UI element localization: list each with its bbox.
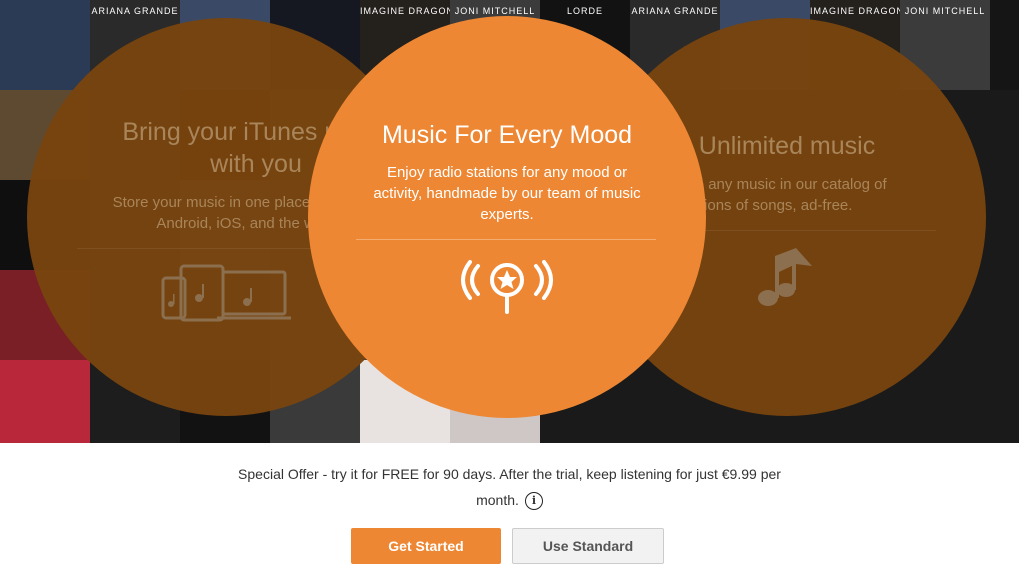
use-standard-button[interactable]: Use Standard bbox=[512, 528, 664, 564]
offer-line: Special Offer - try it for FREE for 90 d… bbox=[238, 466, 781, 482]
album-tile bbox=[0, 0, 90, 90]
album-tile-label: IMAGINE DRAGONS bbox=[810, 6, 900, 16]
album-tile-label: JONI MITCHELL bbox=[454, 6, 536, 16]
album-tile-label: IMAGINE DRAGONS bbox=[360, 6, 450, 16]
offer-line: month. i bbox=[0, 487, 1019, 513]
album-tile-label: ARIANA GRANDE bbox=[91, 6, 179, 16]
album-tile-label: ARIANA GRANDE bbox=[631, 6, 719, 16]
feature-description: Enjoy radio stations for any mood or act… bbox=[328, 162, 686, 225]
special-offer-text: Special Offer - try it for FREE for 90 d… bbox=[0, 461, 1019, 513]
feature-description-line: activity, handmade by our team of music bbox=[373, 185, 641, 202]
music-notes-icon bbox=[758, 248, 812, 306]
get-started-button[interactable]: Get Started bbox=[351, 528, 501, 564]
feature-description-line: Enjoy radio stations for any mood or bbox=[386, 164, 628, 181]
album-tile bbox=[0, 360, 90, 443]
feature-circle-mood: Music For Every Mood Enjoy radio station… bbox=[308, 16, 706, 418]
feature-description-line: experts. bbox=[480, 206, 534, 223]
hero-banner: ARIANA GRANDE IMAGINE DRAGONS JONI MITCHEL… bbox=[0, 0, 1019, 443]
offer-line-text: month. bbox=[476, 492, 519, 508]
album-tile bbox=[990, 0, 1019, 90]
feature-title: Music For Every Mood bbox=[381, 121, 633, 149]
album-tile-label: JONI MITCHELL bbox=[904, 6, 986, 16]
album-tile-label: LORDE bbox=[566, 6, 603, 16]
info-icon[interactable]: i bbox=[524, 492, 543, 511]
devices-icon bbox=[161, 264, 291, 322]
divider bbox=[356, 239, 656, 240]
radio-station-icon bbox=[461, 260, 553, 314]
